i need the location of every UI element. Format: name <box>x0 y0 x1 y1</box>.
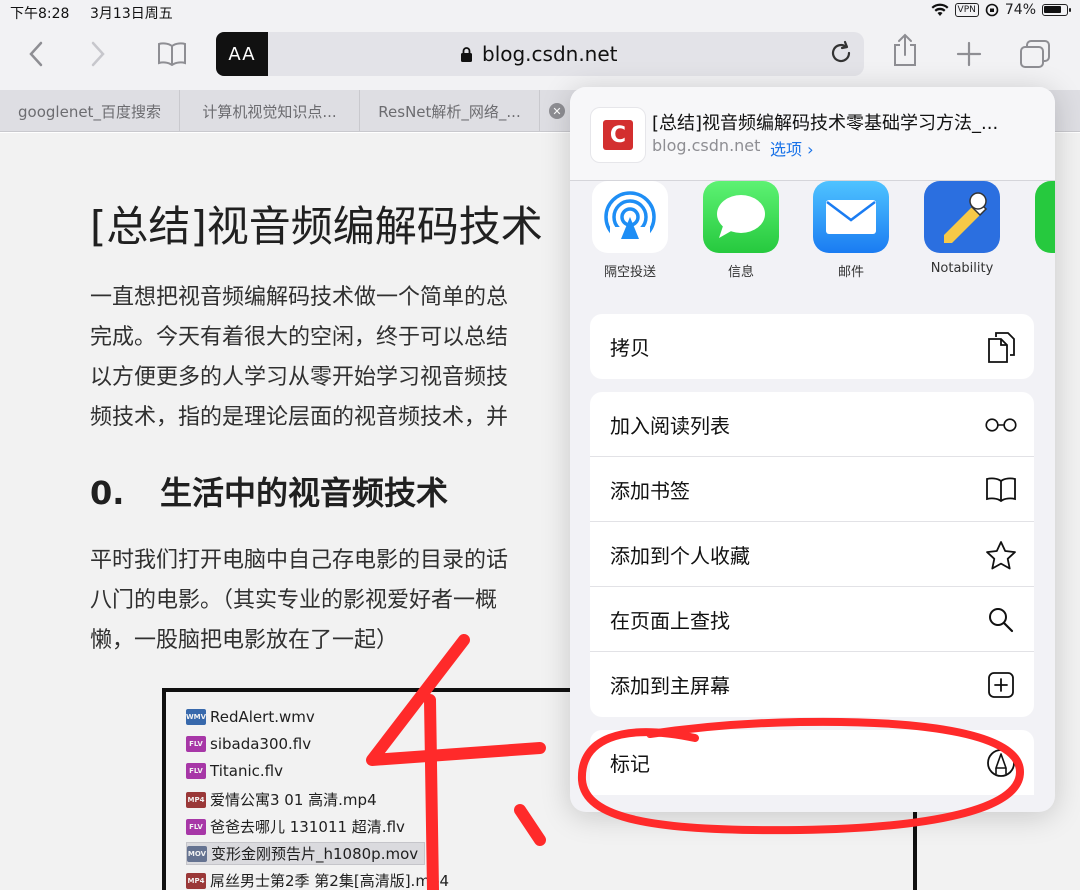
new-tab-button[interactable] <box>951 38 987 70</box>
status-bar: 下午8:28 3月13日周五 VPN 74% <box>0 0 1080 24</box>
copy-action[interactable]: 拷贝 <box>590 314 1034 379</box>
messages-icon <box>703 181 779 253</box>
app-notability[interactable]: Notability <box>917 181 1007 276</box>
address-url: blog.csdn.net <box>482 42 618 66</box>
book-icon <box>984 473 1018 507</box>
find-on-page-action[interactable]: 在页面上查找 <box>590 587 1034 652</box>
action-label: 添加到主屏幕 <box>610 674 730 698</box>
copy-card: 拷贝 <box>590 314 1034 379</box>
reader-view-button[interactable]: AA <box>216 32 268 76</box>
add-favorites-action[interactable]: 添加到个人收藏 <box>590 522 1034 587</box>
chevron-right-icon <box>91 41 105 67</box>
actions-card: 加入阅读列表 添加书签 添加到个人收藏 在页面上查找 添加到主屏幕 <box>590 392 1034 717</box>
close-tab-icon[interactable]: ✕ <box>549 103 565 119</box>
share-icon <box>894 33 916 66</box>
app-airdrop[interactable]: 隔空投送 <box>585 181 675 280</box>
action-label: 在页面上查找 <box>610 608 730 633</box>
tab-resnet[interactable]: ResNet解析_网络_... <box>360 90 540 132</box>
csdn-logo: C <box>590 107 646 163</box>
reload-icon[interactable] <box>828 40 854 66</box>
chevron-left-icon <box>29 41 43 67</box>
plus-icon <box>956 41 982 67</box>
app-messages[interactable]: 信息 <box>696 181 786 280</box>
browser-toolbar: AA blog.csdn.net <box>0 24 1080 90</box>
tab-cv-knowledge[interactable]: 计算机视觉知识点... <box>180 90 360 132</box>
status-indicators: VPN 74% <box>931 2 1071 18</box>
airdrop-icon <box>592 181 668 253</box>
app-label: Notability <box>930 261 994 276</box>
vpn-badge: VPN <box>954 3 979 17</box>
tabs-overview-button[interactable] <box>1017 38 1053 70</box>
mail-icon <box>813 181 889 253</box>
action-label: 添加到个人收藏 <box>610 543 750 568</box>
markup-action[interactable]: 标记 <box>590 730 1034 795</box>
share-page-title: [总结]视音频编解码技术零基础学习方法_... <box>652 113 999 134</box>
lock-icon <box>461 47 472 62</box>
share-sheet: C [总结]视音频编解码技术零基础学习方法_... blog.csdn.net … <box>570 87 1055 812</box>
star-icon <box>984 538 1018 572</box>
share-button[interactable] <box>887 33 923 66</box>
action-label: 加入阅读列表 <box>610 413 730 438</box>
markup-pen-icon <box>984 746 1018 780</box>
notability-icon <box>924 181 1000 253</box>
share-app-row: 隔空投送 信息 邮件 Notability <box>570 181 1055 291</box>
glasses-icon <box>984 408 1018 442</box>
share-page-domain: blog.csdn.net <box>652 136 761 155</box>
action-label: 拷贝 <box>610 336 650 360</box>
copy-icon <box>984 330 1018 364</box>
app-more-partial[interactable] <box>1028 181 1055 253</box>
app-label: 邮件 <box>837 265 864 280</box>
rotation-lock-icon <box>985 3 999 17</box>
battery-icon <box>1042 4 1071 16</box>
app-label: 信息 <box>727 265 754 280</box>
action-label: 添加书签 <box>610 478 690 503</box>
book-icon <box>158 42 186 66</box>
markup-card: 标记 <box>590 730 1034 795</box>
share-options-link[interactable]: 选项 › <box>770 136 814 160</box>
wechat-icon <box>1035 181 1055 253</box>
tab-googlenet[interactable]: googlenet_百度搜索 <box>0 90 180 132</box>
add-bookmark-action[interactable]: 添加书签 <box>590 457 1034 522</box>
forward-button[interactable] <box>80 38 116 70</box>
search-icon <box>984 603 1018 637</box>
status-date: 3月13日周五 <box>90 6 173 22</box>
plus-square-icon <box>984 668 1018 702</box>
back-button[interactable] <box>18 38 54 70</box>
add-to-home-screen-action[interactable]: 添加到主屏幕 <box>590 652 1034 717</box>
tabs-icon <box>1020 40 1050 68</box>
address-bar[interactable]: blog.csdn.net <box>268 32 864 76</box>
share-sheet-header: C [总结]视音频编解码技术零基础学习方法_... blog.csdn.net … <box>570 87 1055 181</box>
app-mail[interactable]: 邮件 <box>806 181 896 280</box>
status-time: 下午8:28 <box>10 6 70 22</box>
bookmarks-button[interactable] <box>154 38 190 70</box>
app-label: 隔空投送 <box>603 265 656 280</box>
battery-percent: 74% <box>1004 2 1036 18</box>
add-reading-list-action[interactable]: 加入阅读列表 <box>590 392 1034 457</box>
action-label: 标记 <box>610 752 650 776</box>
wifi-icon <box>931 3 949 16</box>
